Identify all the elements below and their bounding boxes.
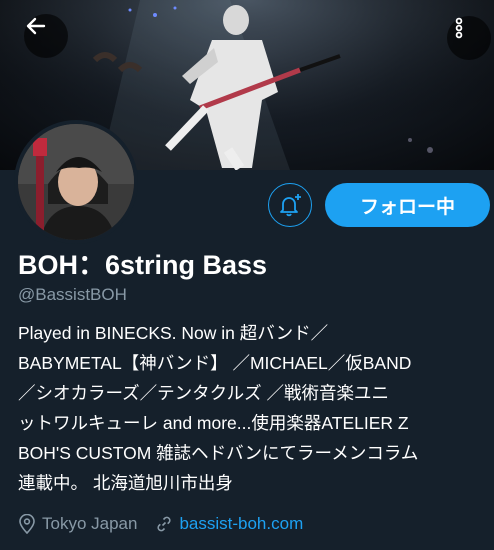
avatar-image: [18, 124, 134, 240]
bio-line: ／シオカラーズ／テンタクルズ ／戦術音楽ユニ: [18, 383, 389, 403]
bio-line: 連載中。 北海道旭川市出身: [18, 473, 233, 493]
link-icon: [155, 515, 173, 533]
arrow-left-icon: [26, 17, 46, 35]
bio-line: ットワルキューレ and more...使用楽器ATELIER Z: [18, 413, 409, 433]
back-button[interactable]: [24, 14, 68, 58]
avatar[interactable]: [14, 120, 138, 244]
profile-display-name: BOH：6string Bass: [18, 250, 268, 280]
bio-line: BOH'S CUSTOM 雑誌ヘドバンにてラーメンコラム: [18, 443, 419, 463]
following-button[interactable]: フォロー中: [325, 183, 490, 227]
profile-meta: Tokyo Japan bassist-boh.com: [18, 511, 303, 537]
notifications-button[interactable]: [268, 183, 312, 227]
profile-location: Tokyo Japan: [42, 514, 138, 533]
profile-bio: Played in BINECKS. Now in 超バンド／ BABYMETA…: [18, 318, 492, 498]
profile-website-link[interactable]: bassist-boh.com: [179, 514, 303, 534]
bell-plus-icon: [280, 194, 301, 217]
bio-line: Played in BINECKS. Now in 超バンド／: [18, 323, 329, 343]
profile-handle: @BassistBOH: [18, 285, 127, 304]
more-vertical-icon: [455, 17, 463, 39]
more-options-button[interactable]: [447, 16, 491, 60]
location-pin-icon: [18, 514, 36, 534]
bio-line: BABYMETAL【神バンド】 ／MICHAEL／仮BAND: [18, 353, 412, 373]
